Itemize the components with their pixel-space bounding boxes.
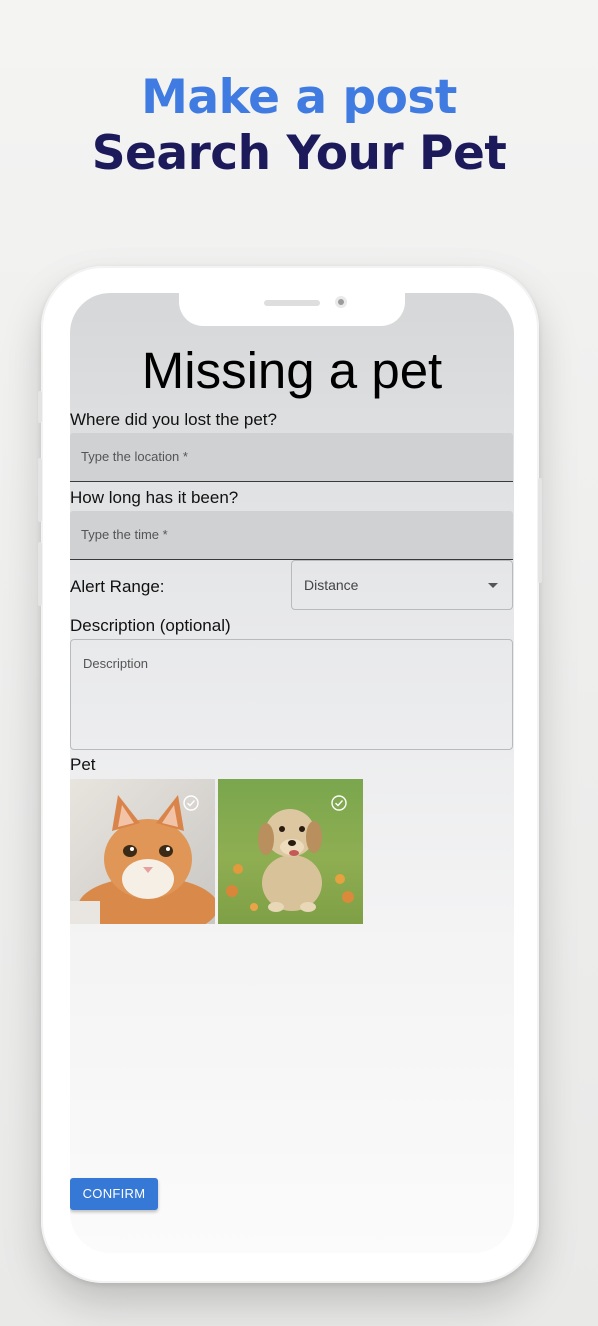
pet-label: Pet: [70, 755, 96, 774]
description-field[interactable]: Description: [70, 639, 513, 750]
phone-volume-up: [38, 458, 42, 522]
phone-volume-down: [38, 542, 42, 606]
description-label: Description (optional): [70, 616, 231, 635]
time-placeholder: Type the time *: [81, 527, 168, 542]
time-field[interactable]: Type the time *: [70, 511, 513, 560]
phone-screen: Missing a pet Where did you lost the pet…: [70, 293, 514, 1253]
alert-range-select[interactable]: Distance: [291, 560, 513, 610]
pet-option-dog[interactable]: [218, 779, 363, 924]
check-circle-icon: [331, 795, 347, 811]
promo-headline: Make a post Search Your Pet: [0, 70, 598, 182]
page-title: Missing a pet: [141, 342, 443, 399]
promo-line-1: Make a post: [141, 70, 457, 125]
location-label: Where did you lost the pet?: [70, 410, 277, 429]
alert-range-label: Alert Range:: [70, 577, 165, 596]
phone-notch: [179, 293, 405, 326]
phone-frame: Missing a pet Where did you lost the pet…: [38, 266, 542, 1283]
alert-range-value: Distance: [304, 577, 359, 593]
check-circle-icon: [183, 795, 199, 811]
location-placeholder: Type the location *: [81, 449, 188, 464]
camera-icon: [335, 296, 347, 308]
phone-power-button: [538, 478, 542, 583]
speaker-icon: [264, 300, 320, 306]
time-label: How long has it been?: [70, 488, 239, 507]
phone-side-button: [38, 391, 42, 423]
description-placeholder: Description: [83, 656, 149, 671]
dropdown-arrow-icon: [488, 583, 498, 588]
confirm-button[interactable]: CONFIRM: [70, 1178, 158, 1210]
pet-option-cat[interactable]: [70, 779, 215, 924]
location-field[interactable]: Type the location *: [70, 433, 513, 482]
promo-line-2: Search Your Pet: [91, 126, 507, 181]
